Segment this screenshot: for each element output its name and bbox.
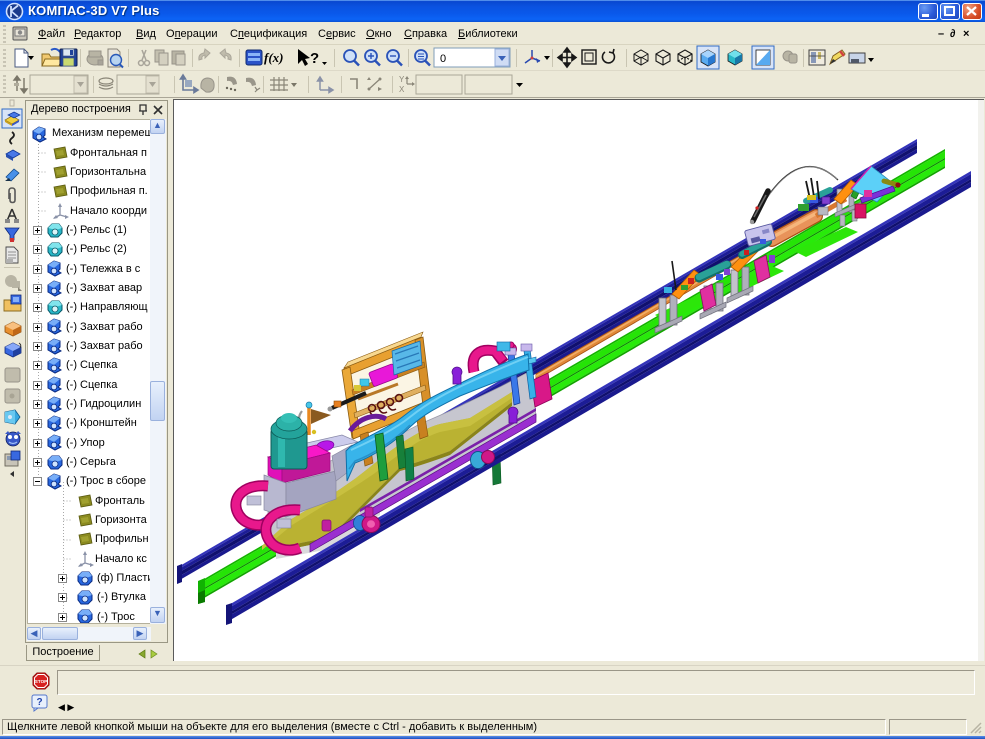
svg-text:Y: Y — [399, 75, 405, 84]
svg-text:STOP: STOP — [35, 679, 47, 684]
svg-text:?: ? — [36, 697, 42, 708]
svg-text:f(x): f(x) — [264, 50, 284, 65]
svg-text:?: ? — [310, 50, 319, 67]
svg-text:0: 0 — [440, 53, 446, 65]
svg-text:X: X — [399, 85, 405, 94]
